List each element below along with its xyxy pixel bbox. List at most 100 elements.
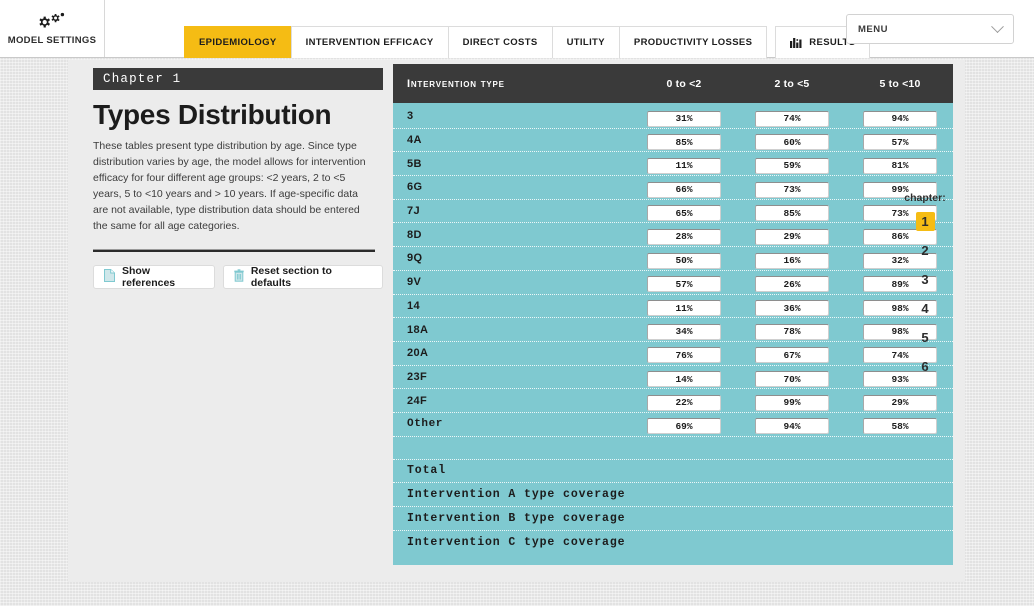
value-input[interactable] (755, 181, 829, 198)
value-input[interactable] (647, 228, 721, 245)
chapter-nav-item-6[interactable]: 6 (916, 357, 935, 376)
table-row-label: Other (407, 418, 444, 431)
chevron-down-icon (991, 19, 1004, 33)
reset-section-button[interactable]: Reset section to defaults (222, 265, 383, 290)
table-body: 34A5B6G7J8D9Q9V1418A20A23F24FOther (393, 103, 953, 437)
value-input[interactable] (647, 181, 721, 198)
table-cell (647, 203, 721, 222)
value-input[interactable] (647, 276, 721, 293)
table-cell (647, 108, 721, 127)
table-header-main-label: Intervention type (407, 77, 505, 90)
table-cell (755, 108, 829, 127)
value-input[interactable] (863, 394, 937, 411)
value-input[interactable] (647, 134, 721, 151)
table-cell (755, 321, 829, 340)
model-settings-button[interactable]: MODEL SETTINGS (0, 0, 105, 57)
table-cell (863, 108, 937, 127)
value-input[interactable] (755, 323, 829, 340)
value-input[interactable] (863, 157, 937, 174)
table-column-header-1: 2 to <5 (774, 77, 810, 90)
types-distribution-table: Intervention type 0 to <2 2 to <5 5 to <… (393, 64, 953, 566)
value-input[interactable] (647, 157, 721, 174)
table-summary-label: Intervention C type coverage (407, 535, 626, 549)
table-row: 18A (393, 318, 953, 342)
table-row: 6G (393, 176, 953, 200)
tab-utility[interactable]: UTILITY (551, 26, 620, 58)
document-icon (104, 269, 115, 285)
table-row-label: 8D (407, 228, 422, 241)
value-input[interactable] (647, 394, 721, 411)
gears-icon (35, 12, 69, 34)
reset-section-label: Reset section to defaults (250, 265, 332, 290)
chapter-nav-title: chapter: (904, 192, 946, 204)
table-cell (755, 155, 829, 174)
value-input[interactable] (647, 110, 721, 127)
table-cell (755, 226, 829, 245)
tab-epidemiology[interactable]: EPIDEMIOLOGY (184, 26, 292, 58)
value-input[interactable] (755, 371, 829, 388)
table-header: Intervention type 0 to <2 2 to <5 5 to <… (393, 64, 953, 103)
table-row: 4A (393, 129, 953, 153)
table-row-label: 20A (407, 347, 429, 360)
table-row-label: 6G (407, 181, 423, 194)
value-input[interactable] (647, 371, 721, 388)
table-cell (755, 203, 829, 222)
trash-icon (234, 269, 244, 285)
value-input[interactable] (755, 347, 829, 364)
value-input[interactable] (863, 134, 937, 151)
table-summary-row: Intervention B type coverage (393, 506, 953, 530)
value-input[interactable] (755, 300, 829, 316)
table-cell (647, 369, 721, 388)
table-row-label: 18A (407, 323, 429, 336)
value-input[interactable] (863, 418, 937, 435)
value-input[interactable] (863, 110, 937, 127)
table-cell (647, 274, 721, 293)
table-cell (863, 132, 937, 151)
main-tabs: EPIDEMIOLOGY INTERVENTION EFFICACY DIREC… (184, 26, 871, 58)
menu-dropdown-value: MENU (858, 23, 888, 35)
table-row: 8D (393, 223, 953, 248)
table-row-label: 7J (407, 205, 421, 218)
value-input[interactable] (755, 394, 829, 411)
value-input[interactable] (755, 276, 829, 293)
value-input[interactable] (755, 157, 829, 174)
chapter-nav-item-3[interactable]: 3 (916, 270, 935, 289)
value-input[interactable] (755, 134, 829, 151)
chapter-nav-item-4[interactable]: 4 (916, 299, 935, 318)
value-input[interactable] (647, 205, 721, 222)
value-input[interactable] (647, 252, 721, 269)
tab-productivity-losses[interactable]: PRODUCTIVITY LOSSES (618, 26, 768, 58)
tab-direct-costs[interactable]: DIRECT COSTS (447, 26, 553, 58)
chapter-nav-item-1[interactable]: 1 (915, 212, 935, 231)
value-input[interactable] (755, 252, 829, 269)
value-input[interactable] (755, 418, 829, 435)
value-input[interactable] (647, 323, 721, 340)
table-cell (647, 132, 721, 151)
table-cell (755, 250, 829, 269)
show-references-button[interactable]: Show references (93, 265, 215, 290)
table-row: 14 (393, 295, 953, 319)
table-cell (647, 345, 721, 364)
chapter-banner-label: Chapter 1 (103, 72, 182, 86)
table-cell (755, 345, 829, 364)
tab-intervention-efficacy[interactable]: INTERVENTION EFFICACY (290, 26, 449, 58)
table-row: 9Q (393, 247, 953, 271)
table-cell (755, 179, 829, 198)
value-input[interactable] (647, 418, 721, 435)
value-input[interactable] (647, 347, 721, 364)
value-input[interactable] (755, 228, 829, 245)
table-summary: Total Intervention A type coverage Interve… (393, 458, 953, 554)
value-input[interactable] (647, 300, 721, 316)
chapter-nav-item-2[interactable]: 2 (916, 241, 935, 260)
table-cell (647, 250, 721, 269)
chapter-nav-item-5[interactable]: 5 (916, 328, 935, 347)
menu-dropdown[interactable]: MENU (846, 14, 1014, 44)
value-input[interactable] (755, 205, 829, 222)
value-input[interactable] (755, 110, 829, 127)
table-row: 9V (393, 271, 953, 295)
tab-label: DIRECT COSTS (462, 37, 538, 48)
table-row-label: 9Q (407, 252, 423, 265)
table-summary-row: Total (393, 458, 953, 483)
chapter-nav: chapter: 1 2 3 4 5 6 (897, 192, 953, 386)
table-cell (863, 392, 937, 411)
